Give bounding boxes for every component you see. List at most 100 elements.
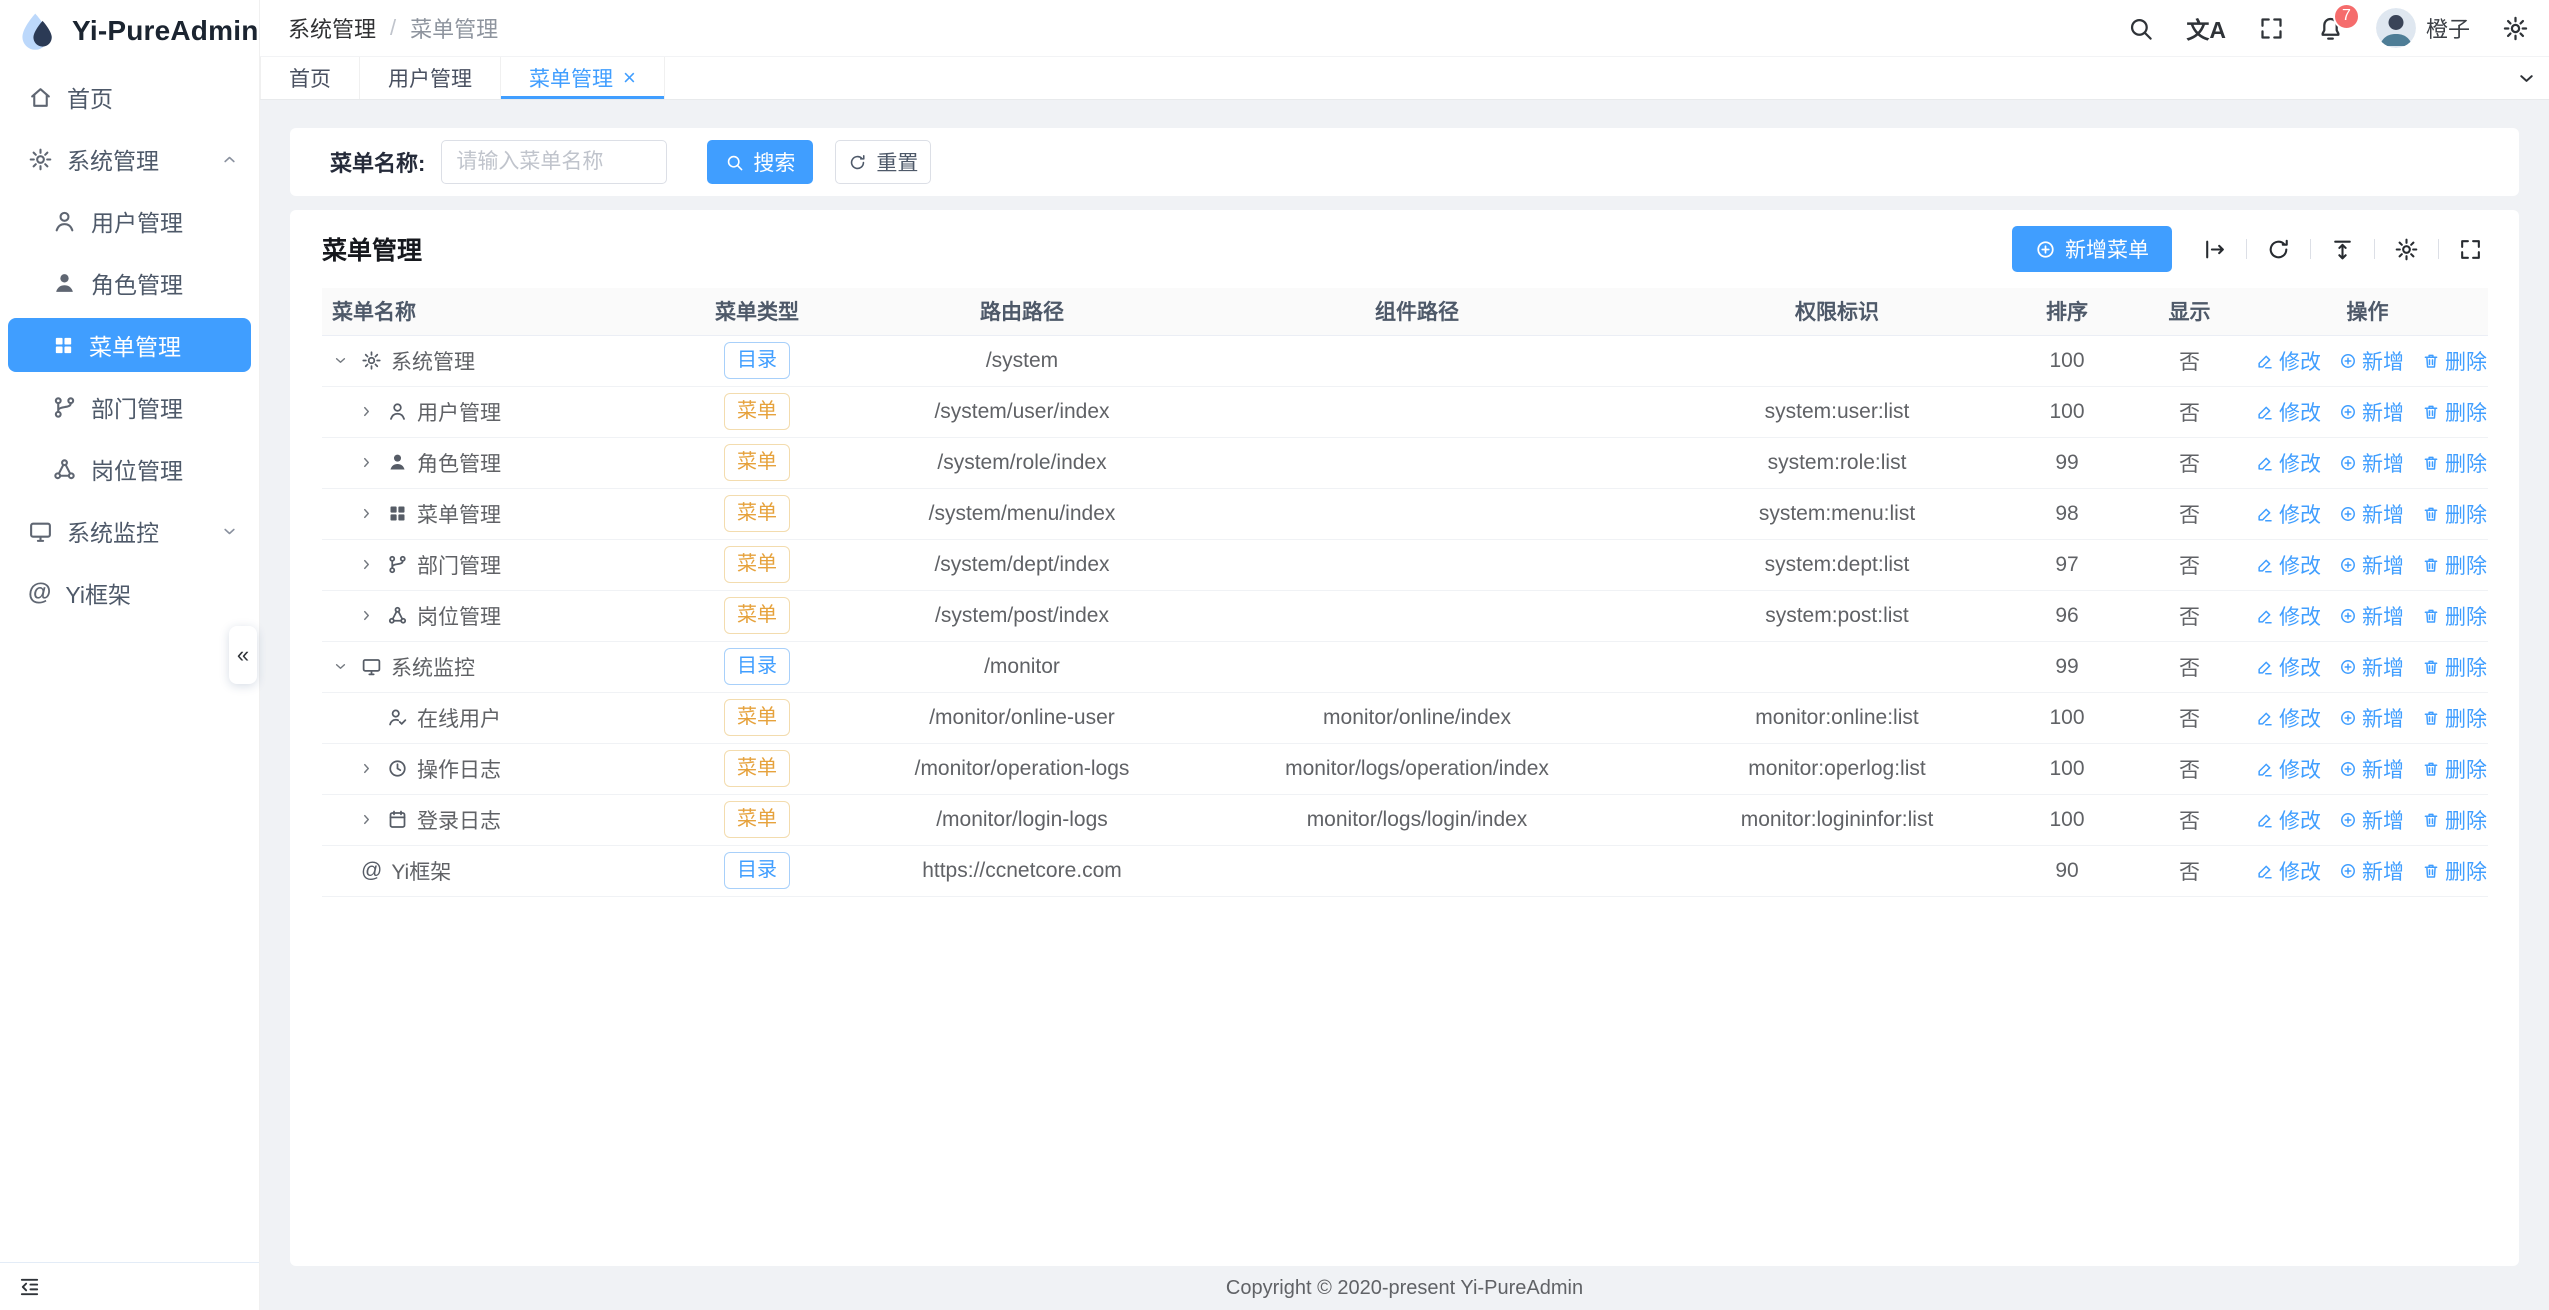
delete-button[interactable]: 删除 [2422, 856, 2487, 886]
permission-key: system:user:list [1672, 386, 2002, 437]
edit-button[interactable]: 修改 [2256, 346, 2321, 376]
sidebar-item-home[interactable]: 首页 [0, 66, 259, 128]
sidebar-item-posts[interactable]: 岗位管理 [0, 438, 259, 500]
menu-name: 岗位管理 [417, 601, 501, 631]
chevron-right-icon[interactable] [358, 505, 378, 522]
trash-icon [2422, 352, 2440, 370]
add-button[interactable]: 新增 [2339, 397, 2404, 427]
component-path [1162, 437, 1672, 488]
density-button[interactable] [2326, 237, 2359, 262]
delete-button[interactable]: 删除 [2422, 499, 2487, 529]
edit-button[interactable]: 修改 [2256, 397, 2321, 427]
breadcrumb-item-current: 菜单管理 [410, 12, 498, 44]
route-path: /system/post/index [882, 590, 1162, 641]
settings-button[interactable] [2502, 15, 2529, 42]
column-header: 组件路径 [1162, 288, 1672, 335]
delete-button[interactable]: 删除 [2422, 346, 2487, 376]
delete-button[interactable]: 删除 [2422, 754, 2487, 784]
add-button[interactable]: 新增 [2339, 805, 2404, 835]
sidebar-item-menus[interactable]: 菜单管理 [8, 318, 251, 372]
translate-button[interactable]: 文A [2186, 11, 2226, 45]
sidebar-collapse-button[interactable]: « [229, 626, 257, 684]
app-logo[interactable]: Yi-PureAdmin [0, 0, 259, 62]
edit-button[interactable]: 修改 [2256, 856, 2321, 886]
table-fullscreen-button[interactable] [2454, 237, 2487, 262]
chevron-down-icon[interactable] [332, 352, 352, 369]
table-row: 在线用户 菜单 /monitor/online-user monitor/onl… [322, 692, 2488, 743]
table-row: @ Yi框架 目录 https://ccnetcore.com 90 否 修改新… [322, 845, 2488, 896]
delete-button[interactable]: 删除 [2422, 550, 2487, 580]
column-settings-button[interactable] [2390, 237, 2423, 262]
sidebar-item-yi-framework[interactable]: @ Yi框架 [0, 562, 259, 624]
add-button[interactable]: 新增 [2339, 652, 2404, 682]
sidebar-footer [0, 1262, 259, 1310]
sidebar-item-system[interactable]: 系统管理 [0, 128, 259, 190]
tab-user-management[interactable]: 用户管理 [360, 57, 501, 99]
row-actions: 修改新增删除 [2247, 539, 2488, 590]
add-label: 新增 [2362, 448, 2404, 478]
content: 菜单名称: 搜索 重置 菜单管理 新增菜单 [260, 100, 2549, 1266]
user-menu[interactable]: 橙子 [2376, 8, 2470, 48]
delete-button[interactable]: 删除 [2422, 805, 2487, 835]
column-header: 菜单类型 [632, 288, 882, 335]
fullscreen-icon [2458, 237, 2483, 262]
delete-button[interactable]: 删除 [2422, 601, 2487, 631]
edit-button[interactable]: 修改 [2256, 499, 2321, 529]
edit-button[interactable]: 修改 [2256, 805, 2321, 835]
add-menu-button[interactable]: 新增菜单 [2012, 226, 2172, 272]
delete-button[interactable]: 删除 [2422, 652, 2487, 682]
route-path: /system/role/index [882, 437, 1162, 488]
sidebar-item-departments[interactable]: 部门管理 [0, 376, 259, 438]
tab-home[interactable]: 首页 [260, 57, 360, 99]
permission-key [1672, 845, 2002, 896]
reset-button[interactable]: 重置 [835, 140, 931, 184]
chevron-right-icon[interactable] [358, 403, 378, 420]
chevron-down-icon[interactable] [332, 658, 352, 675]
add-button[interactable]: 新增 [2339, 703, 2404, 733]
chevron-right-icon[interactable] [358, 556, 378, 573]
density-icon [2330, 237, 2355, 262]
fullscreen-button[interactable] [2258, 15, 2285, 42]
add-button[interactable]: 新增 [2339, 346, 2404, 376]
menu-name: 系统管理 [391, 346, 475, 376]
add-button[interactable]: 新增 [2339, 601, 2404, 631]
search-button[interactable] [2127, 15, 2154, 42]
edit-button[interactable]: 修改 [2256, 601, 2321, 631]
breadcrumb: 系统管理 / 菜单管理 [288, 12, 498, 44]
add-button[interactable]: 新增 [2339, 499, 2404, 529]
chevron-right-icon[interactable] [358, 607, 378, 624]
menu-fold-icon[interactable] [18, 1275, 41, 1298]
tabs-dropdown-button[interactable] [2503, 57, 2549, 99]
edit-button[interactable]: 修改 [2256, 703, 2321, 733]
refresh-table-button[interactable] [2262, 237, 2295, 262]
breadcrumb-item[interactable]: 系统管理 [288, 12, 376, 44]
delete-button[interactable]: 删除 [2422, 397, 2487, 427]
add-button[interactable]: 新增 [2339, 754, 2404, 784]
edit-button[interactable]: 修改 [2256, 652, 2321, 682]
delete-button[interactable]: 删除 [2422, 448, 2487, 478]
sidebar-item-monitor[interactable]: 系统监控 [0, 500, 259, 562]
delete-button[interactable]: 删除 [2422, 703, 2487, 733]
sidebar-item-roles[interactable]: 角色管理 [0, 252, 259, 314]
chevron-right-icon[interactable] [358, 454, 378, 471]
close-icon[interactable]: × [623, 67, 636, 89]
add-button[interactable]: 新增 [2339, 856, 2404, 886]
breadcrumb-separator: / [390, 15, 396, 41]
chevron-right-icon[interactable] [358, 760, 378, 777]
add-button[interactable]: 新增 [2339, 550, 2404, 580]
add-button[interactable]: 新增 [2339, 448, 2404, 478]
tab-menu-management[interactable]: 菜单管理 × [501, 57, 665, 99]
edit-button[interactable]: 修改 [2256, 550, 2321, 580]
plus-circle-icon [2339, 454, 2357, 472]
sidebar-item-users[interactable]: 用户管理 [0, 190, 259, 252]
notifications-button[interactable]: 7 [2317, 15, 2344, 42]
edit-button[interactable]: 修改 [2256, 448, 2321, 478]
menu-name-input[interactable] [441, 140, 667, 184]
search-submit-button[interactable]: 搜索 [707, 140, 813, 184]
menu-name: 用户管理 [417, 397, 501, 427]
visible-value: 否 [2132, 641, 2247, 692]
chevron-right-icon[interactable] [358, 811, 378, 828]
edit-button[interactable]: 修改 [2256, 754, 2321, 784]
component-path: monitor/logs/login/index [1162, 794, 1672, 845]
expand-all-button[interactable] [2198, 237, 2231, 262]
